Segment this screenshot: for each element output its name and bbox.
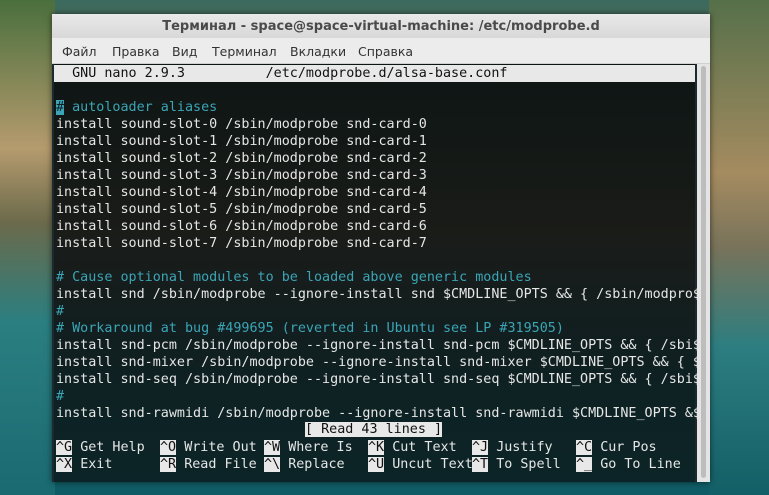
status-message: [ Read 43 lines ] — [305, 421, 443, 438]
scrollbar[interactable] — [697, 64, 710, 482]
terminal-window: Терминал - space@space-virtual-machine: … — [52, 14, 710, 482]
comment-line: # — [56, 389, 65, 404]
code-line: install snd-pcm /sbin/modprobe --ignore-… — [56, 338, 701, 353]
shortcut-label: Uncut Text — [392, 457, 473, 472]
shortcut-label: Go To Line — [600, 457, 681, 472]
shortcut-label: To Spell — [496, 457, 561, 472]
code-line: install sound-slot-4 /sbin/modprobe snd-… — [56, 185, 427, 200]
terminal-content[interactable]: GNU nano 2.9.3 /etc/modprobe.d/alsa-base… — [54, 64, 701, 482]
code-line: install sound-slot-0 /sbin/modprobe snd-… — [56, 117, 427, 132]
status-text: [ Read 43 lines ] — [305, 422, 443, 437]
code-line: install snd-mixer /sbin/modprobe --ignor… — [56, 355, 701, 370]
shortcut-key: ^X — [56, 457, 73, 472]
shortcut-item[interactable]: ^_ Go To Line — [576, 456, 681, 473]
code-line: install snd /sbin/modprobe --ignore-inst… — [56, 287, 701, 302]
code-line: install sound-slot-6 /sbin/modprobe snd-… — [56, 219, 427, 234]
shortcut-item[interactable]: ^X Exit — [56, 456, 112, 473]
shortcut-key: ^T — [472, 457, 489, 472]
shortcut-label: Exit — [80, 457, 113, 472]
menu-edit[interactable]: Правка — [112, 44, 160, 59]
code-line: install sound-slot-1 /sbin/modprobe snd-… — [56, 134, 427, 149]
shortcut-label: Write Out — [184, 440, 257, 455]
code-line: install sound-slot-7 /sbin/modprobe snd-… — [56, 236, 427, 251]
shortcut-item[interactable]: ^W Where Is — [264, 439, 353, 456]
comment-line: # — [56, 304, 65, 319]
menu-terminal[interactable]: Терминал — [212, 44, 277, 59]
shortcut-item[interactable]: ^U Uncut Text — [368, 456, 473, 473]
shortcut-label: Where Is — [288, 440, 353, 455]
shortcut-label: Replace — [288, 457, 345, 472]
shortcut-item[interactable]: ^K Cut Text — [368, 439, 457, 456]
desktop-wallpaper-left — [0, 0, 55, 495]
shortcut-label: Get Help — [80, 440, 145, 455]
comment-line: # autoloader aliases — [56, 100, 218, 115]
window-title[interactable]: Терминал - space@space-virtual-machine: … — [52, 14, 710, 38]
comment-line: # Cause optional modules to be loaded ab… — [56, 270, 532, 285]
shortcut-key: ^W — [264, 440, 281, 455]
menu-file[interactable]: Файл — [62, 44, 97, 59]
scrollbar-thumb[interactable] — [701, 66, 706, 478]
shortcut-key: ^K — [368, 440, 385, 455]
shortcut-label: Read File — [184, 457, 257, 472]
code-line: install snd-seq /sbin/modprobe --ignore-… — [56, 372, 701, 387]
shortcut-item[interactable]: ^G Get Help — [56, 439, 145, 456]
menu-view[interactable]: Вид — [172, 44, 197, 59]
code-line: install sound-slot-2 /sbin/modprobe snd-… — [56, 151, 427, 166]
menu-help[interactable]: Справка — [358, 44, 413, 59]
nano-header: GNU nano 2.9.3 /etc/modprobe.d/alsa-base… — [54, 65, 695, 82]
comment-line: # Workaround at bug #499695 (reverted in… — [56, 321, 564, 336]
shortcut-item[interactable]: ^\ Replace — [264, 456, 345, 473]
shortcut-item[interactable]: ^O Write Out — [160, 439, 257, 456]
shortcut-label: Cur Pos — [600, 440, 657, 455]
shortcut-item[interactable]: ^J Justify — [472, 439, 553, 456]
menu-tabs[interactable]: Вкладки — [290, 44, 346, 59]
shortcut-item[interactable]: ^R Read File — [160, 456, 257, 473]
code-line: install sound-slot-5 /sbin/modprobe snd-… — [56, 202, 427, 217]
menu-bar: Файл Правка Вид Терминал Вкладки Справка — [52, 38, 710, 64]
shortcut-key: ^\ — [264, 457, 281, 472]
shortcut-key: ^C — [576, 440, 593, 455]
shortcut-item[interactable]: ^C Cur Pos — [576, 439, 657, 456]
shortcut-key: ^O — [160, 440, 177, 455]
shortcut-key: ^U — [368, 457, 385, 472]
shortcut-key: ^J — [472, 440, 489, 455]
shortcut-label: Justify — [496, 440, 553, 455]
shortcut-key: ^G — [56, 440, 73, 455]
shortcut-key: ^R — [160, 457, 177, 472]
code-line: install sound-slot-3 /sbin/modprobe snd-… — [56, 168, 427, 183]
desktop-wallpaper-right — [709, 0, 769, 495]
shortcut-item[interactable]: ^T To Spell — [472, 456, 561, 473]
code-line: install snd-rawmidi /sbin/modprobe --ign… — [56, 406, 701, 421]
text-cursor: # — [56, 100, 65, 115]
shortcut-key: ^_ — [576, 457, 593, 472]
shortcut-label: Cut Text — [392, 440, 457, 455]
